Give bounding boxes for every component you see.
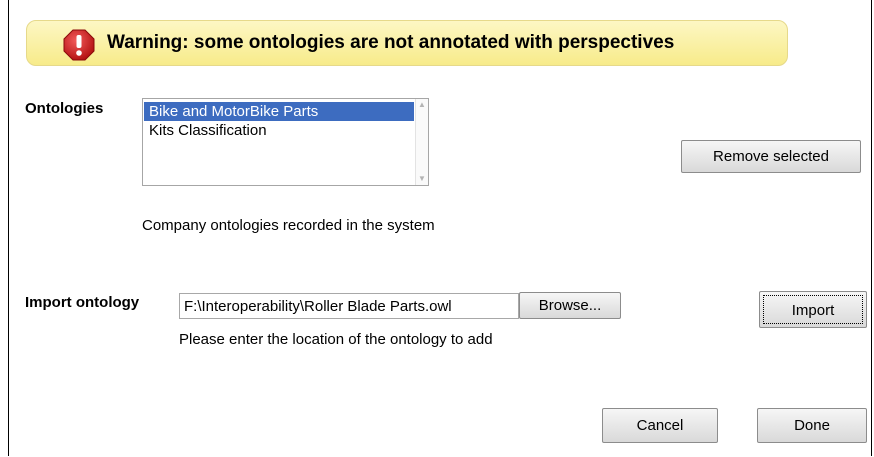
- import-hint: Please enter the location of the ontolog…: [179, 331, 493, 348]
- scroll-up-arrow-icon[interactable]: ▲: [418, 101, 426, 109]
- warning-banner: Warning: some ontologies are not annotat…: [26, 20, 788, 66]
- list-item[interactable]: Kits Classification: [144, 121, 414, 140]
- import-ontology-label: Import ontology: [25, 294, 140, 311]
- listbox-scrollbar[interactable]: ▲ ▼: [415, 99, 428, 185]
- import-button[interactable]: Import: [759, 291, 867, 328]
- scroll-down-arrow-icon[interactable]: ▼: [418, 175, 426, 183]
- ontologies-listbox[interactable]: Bike and MotorBike Parts Kits Classifica…: [142, 98, 429, 186]
- ontologies-description: Company ontologies recorded in the syste…: [142, 217, 435, 234]
- browse-button[interactable]: Browse...: [519, 292, 621, 319]
- list-item[interactable]: Bike and MotorBike Parts: [144, 102, 414, 121]
- import-button-label: Import: [791, 302, 835, 319]
- remove-selected-button[interactable]: Remove selected: [681, 140, 861, 173]
- ontologies-label: Ontologies: [25, 100, 104, 117]
- ontology-path-input[interactable]: [179, 293, 519, 319]
- cancel-button[interactable]: Cancel: [602, 408, 718, 443]
- dialog-frame: [8, 0, 872, 456]
- done-button[interactable]: Done: [757, 408, 867, 443]
- warning-exclamation-icon: [63, 29, 95, 61]
- warning-text: Warning: some ontologies are not annotat…: [107, 32, 675, 53]
